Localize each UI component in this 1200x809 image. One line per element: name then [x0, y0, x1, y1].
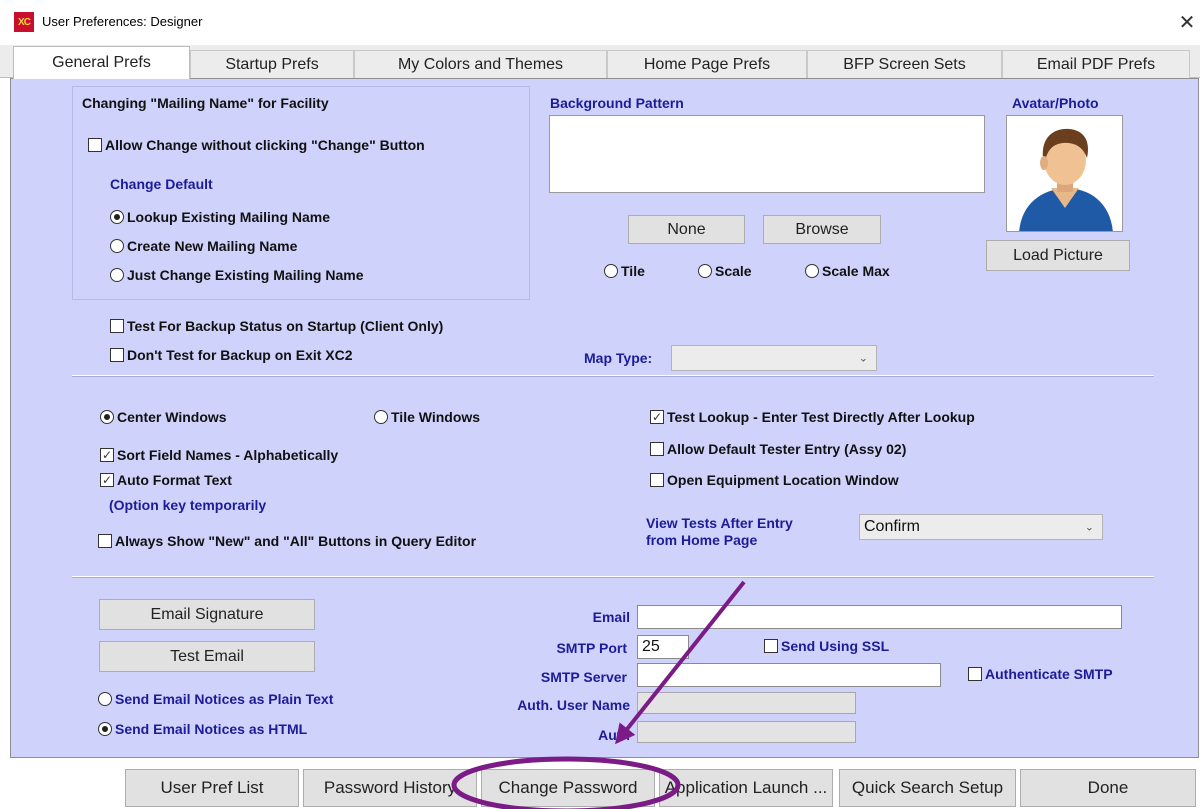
window-title: User Preferences: Designer [42, 14, 203, 29]
radio-create-new-label: Create New Mailing Name [127, 238, 298, 254]
auth-password-label: Auth [598, 727, 630, 743]
auto-format-text-checkbox[interactable]: ✓ Auto Format Text [100, 472, 232, 488]
radio-send-html[interactable]: Send Email Notices as HTML [98, 721, 307, 737]
radio-scale-max[interactable]: Scale Max [805, 263, 890, 279]
test-backup-startup-label: Test For Backup Status on Startup (Clien… [127, 318, 444, 334]
tile-windows-label: Tile Windows [391, 409, 481, 425]
center-windows-label: Center Windows [117, 409, 227, 425]
auth-password-field[interactable] [637, 721, 856, 743]
default-tester-checkbox[interactable]: Allow Default Tester Entry (Assy 02) [650, 441, 906, 457]
send-using-ssl-checkbox[interactable]: Send Using SSL [764, 638, 889, 654]
dont-test-backup-exit-label: Don't Test for Backup on Exit XC2 [127, 347, 353, 363]
sort-field-names-checkbox[interactable]: ✓ Sort Field Names - Alphabetically [100, 447, 338, 463]
view-tests-value: Confirm [864, 518, 921, 535]
view-tests-label-line1: View Tests After Entry [646, 515, 793, 531]
section-divider [72, 375, 1154, 377]
radio-scale-label: Scale [715, 263, 752, 279]
tab-email-pdf-prefs[interactable]: Email PDF Prefs [1002, 50, 1190, 78]
authenticate-smtp-checkbox[interactable]: Authenticate SMTP [968, 666, 1113, 682]
authenticate-smtp-label: Authenticate SMTP [985, 666, 1113, 682]
always-show-buttons-label: Always Show "New" and "All" Buttons in Q… [115, 533, 477, 549]
radio-create-new[interactable]: Create New Mailing Name [110, 238, 297, 254]
email-signature-button[interactable]: Email Signature [99, 599, 315, 630]
smtp-server-label: SMTP Server [540, 669, 627, 685]
tab-general-prefs[interactable]: General Prefs [13, 46, 190, 79]
none-button[interactable]: None [628, 215, 745, 244]
app-logo-icon: XC [14, 12, 34, 32]
option-key-note: (Option key temporarily [109, 497, 267, 513]
checkbox-box[interactable] [88, 138, 102, 152]
tab-my-colors-and-themes[interactable]: My Colors and Themes [354, 50, 607, 78]
avatar-photo [1006, 115, 1123, 232]
allow-change-label: Allow Change without clicking "Change" B… [105, 137, 425, 153]
auth-user-name-field[interactable] [637, 692, 856, 714]
background-pattern-preview [549, 115, 985, 193]
radio-lookup-existing-label: Lookup Existing Mailing Name [127, 209, 331, 225]
tab-startup-prefs[interactable]: Startup Prefs [190, 50, 354, 78]
quick-search-setup-button[interactable]: Quick Search Setup [839, 769, 1016, 807]
send-plain-text-label: Send Email Notices as Plain Text [115, 691, 334, 707]
radio-just-change-label: Just Change Existing Mailing Name [127, 267, 364, 283]
sort-field-names-label: Sort Field Names - Alphabetically [117, 447, 339, 463]
test-lookup-label: Test Lookup - Enter Test Directly After … [667, 409, 975, 425]
user-pref-list-button[interactable]: User Pref List [125, 769, 299, 807]
radio-tile[interactable]: Tile [604, 263, 645, 279]
map-type-label: Map Type: [584, 350, 653, 366]
test-lookup-checkbox[interactable]: ✓ Test Lookup - Enter Test Directly After… [650, 409, 975, 425]
dont-test-backup-exit-checkbox[interactable]: Don't Test for Backup on Exit XC2 [110, 347, 353, 363]
change-password-button[interactable]: Change Password [481, 769, 655, 807]
auto-format-text-label: Auto Format Text [117, 472, 232, 488]
map-type-select[interactable]: ⌄ [671, 345, 877, 371]
radio-lookup-existing[interactable]: Lookup Existing Mailing Name [110, 209, 330, 225]
radio-scale[interactable]: Scale [698, 263, 752, 279]
send-html-label: Send Email Notices as HTML [115, 721, 308, 737]
avatar-heading: Avatar/Photo [1012, 95, 1099, 111]
default-tester-label: Allow Default Tester Entry (Assy 02) [667, 441, 907, 457]
load-picture-button[interactable]: Load Picture [986, 240, 1130, 271]
background-pattern-heading: Background Pattern [550, 95, 684, 111]
radio-tile-windows[interactable]: Tile Windows [374, 409, 480, 425]
close-icon[interactable]: ✕ [1176, 9, 1198, 35]
auth-user-name-label: Auth. User Name [517, 697, 630, 713]
tab-home-page-prefs[interactable]: Home Page Prefs [607, 50, 807, 78]
change-default-heading: Change Default [110, 176, 213, 192]
test-backup-startup-checkbox[interactable]: Test For Backup Status on Startup (Clien… [110, 318, 443, 334]
smtp-port-label: SMTP Port [556, 640, 627, 656]
application-launch-button[interactable]: Application Launch ... [659, 769, 833, 807]
browse-button[interactable]: Browse [763, 215, 881, 244]
radio-send-plain-text[interactable]: Send Email Notices as Plain Text [98, 691, 333, 707]
open-equipment-location-checkbox[interactable]: Open Equipment Location Window [650, 472, 899, 488]
mailing-name-heading: Changing "Mailing Name" for Facility [82, 95, 329, 111]
view-tests-label-line2: from Home Page [646, 532, 758, 548]
test-email-button[interactable]: Test Email [99, 641, 315, 672]
email-field[interactable] [637, 605, 1122, 629]
section-divider [72, 576, 1154, 578]
smtp-server-field[interactable] [637, 663, 941, 687]
always-show-buttons-checkbox[interactable]: Always Show "New" and "All" Buttons in Q… [98, 533, 476, 549]
chevron-down-icon: ⌄ [1084, 520, 1094, 534]
radio-tile-label: Tile [621, 263, 645, 279]
smtp-port-field[interactable]: 25 [637, 635, 689, 659]
view-tests-select[interactable]: Confirm ⌄ [859, 514, 1103, 540]
allow-change-checkbox[interactable]: Allow Change without clicking "Change" B… [88, 137, 425, 153]
radio-just-change[interactable]: Just Change Existing Mailing Name [110, 267, 364, 283]
send-using-ssl-label: Send Using SSL [781, 638, 890, 654]
chevron-down-icon: ⌄ [858, 351, 868, 365]
password-history-button[interactable]: Password History [303, 769, 477, 807]
person-avatar-icon [1019, 128, 1113, 231]
radio-scale-max-label: Scale Max [822, 263, 890, 279]
done-button[interactable]: Done [1020, 769, 1196, 807]
tab-bfp-screen-sets[interactable]: BFP Screen Sets [807, 50, 1002, 78]
radio-center-windows[interactable]: Center Windows [100, 409, 227, 425]
open-equipment-location-label: Open Equipment Location Window [667, 472, 899, 488]
email-label: Email [592, 609, 630, 625]
